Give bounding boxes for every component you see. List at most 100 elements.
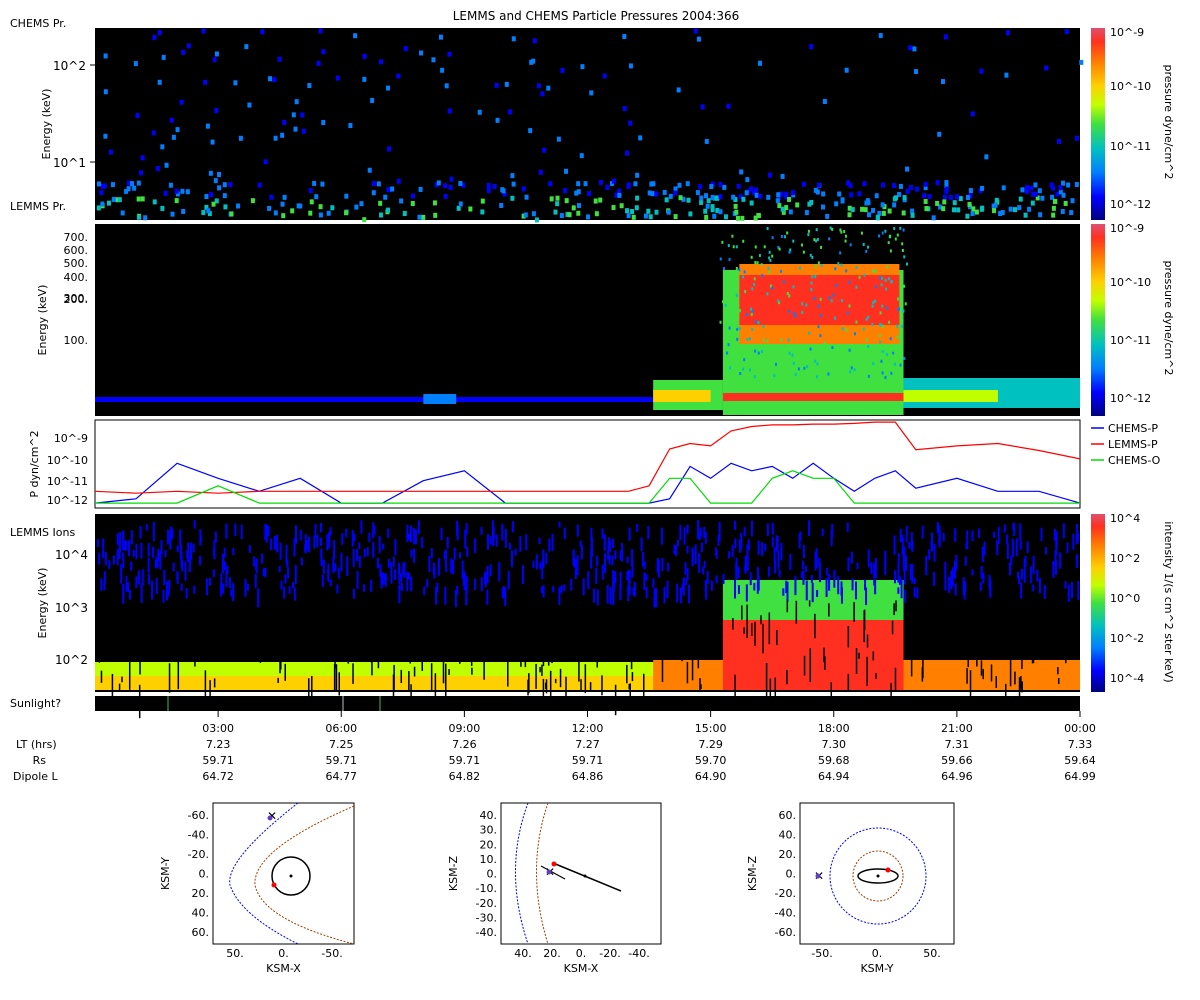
ions-pixel — [356, 549, 359, 562]
chems-pixel — [563, 188, 568, 194]
ions-pixel — [370, 579, 373, 592]
chems-pixel — [605, 184, 610, 190]
chems-pixel — [534, 217, 539, 223]
ions-pixel — [1011, 538, 1014, 557]
ions-pixel — [989, 579, 992, 596]
ions-dropout — [1043, 620, 1045, 631]
lemms-pixel — [888, 320, 891, 324]
chems-pixel — [443, 193, 448, 199]
ions-dropout — [933, 613, 936, 619]
ions-pixel — [127, 540, 130, 557]
ions-pixel — [745, 584, 748, 602]
chems-pixel — [353, 33, 358, 39]
chems-pixel — [140, 196, 145, 202]
lemms-pixel — [766, 292, 769, 296]
lemms-pixel — [899, 363, 902, 367]
chems-pixel — [741, 196, 746, 202]
chems-pixel — [362, 76, 367, 82]
lemms-pixel — [797, 367, 800, 371]
chems-pixel — [585, 214, 590, 220]
ions-pixel — [590, 544, 593, 555]
ions-pixel — [612, 589, 615, 606]
lemms-pixel — [792, 239, 795, 243]
chems-pixel — [233, 80, 238, 86]
lemms-pixel — [865, 317, 868, 321]
chems-pixel — [634, 205, 639, 211]
chems-pixel — [444, 83, 449, 89]
ions-dropout — [470, 648, 473, 667]
chems-pixel — [908, 184, 913, 190]
chems-pixel — [1061, 192, 1066, 198]
chems-pixel — [495, 117, 500, 123]
ions-pixel — [372, 542, 375, 558]
ions-pixel — [798, 533, 801, 549]
chems-pixel — [1027, 206, 1032, 212]
ions-pixel — [116, 533, 119, 545]
ions-pixel — [185, 588, 188, 599]
ions-pixel — [789, 553, 792, 570]
titan-position-marker — [885, 867, 891, 873]
lemms-pixel — [874, 269, 877, 273]
ions-pixel — [307, 536, 310, 553]
ions-pixel — [538, 537, 541, 545]
chems-pixel — [898, 183, 903, 189]
ions-pixel — [1029, 566, 1032, 584]
ions-pixel — [1006, 543, 1009, 559]
ions-pixel — [1036, 570, 1039, 582]
lemms-pixel — [788, 309, 791, 313]
chems-pixel — [576, 189, 581, 195]
lemms-pixel — [884, 229, 887, 233]
ions-pixel — [1044, 547, 1047, 555]
lemms-pixel — [753, 277, 756, 281]
chems-pixel — [576, 181, 581, 187]
ions-pixel — [379, 564, 382, 577]
ions-dropout — [786, 600, 789, 613]
chems-pixel — [648, 214, 653, 220]
ions-dropout — [674, 633, 677, 657]
chems-pixel — [124, 188, 129, 194]
chems-pixel — [386, 85, 391, 91]
ions-dropout — [572, 640, 575, 660]
chems-pixel — [135, 112, 140, 118]
ions-pixel — [563, 584, 566, 591]
ions-pixel — [360, 520, 363, 534]
lemms-pixel — [872, 269, 875, 273]
chems-pixel — [120, 210, 125, 216]
chart-title: LEMMS and CHEMS Particle Pressures 2004:… — [453, 9, 740, 23]
lemms-ytick-600: 600. — [64, 244, 89, 257]
chems-pixel — [229, 211, 234, 217]
ions-pixel — [1032, 555, 1035, 574]
chems-pixel — [201, 28, 206, 34]
chems-pixel — [143, 215, 148, 221]
ions-pixel — [376, 557, 379, 569]
chems-pixel — [1066, 182, 1071, 188]
ions-dropout — [786, 670, 788, 685]
lemms-pixel — [744, 290, 747, 294]
pressure-ytick-3: 10^-12 — [47, 494, 88, 507]
ions-pixel — [965, 543, 968, 550]
ions-dropout — [765, 663, 768, 696]
ions-pixel — [213, 546, 216, 556]
ions-pixel — [140, 583, 143, 603]
ions-dropout — [213, 678, 216, 688]
ions-pixel — [574, 568, 577, 579]
chems-pixel — [511, 181, 516, 187]
lemms-pixel — [809, 347, 812, 351]
chems-pixel — [152, 199, 157, 205]
chems-pixel — [431, 57, 436, 63]
ions-pixel — [509, 542, 512, 550]
ions-pixel — [811, 582, 814, 603]
ions-dropout — [148, 638, 150, 651]
chems-pixel — [927, 194, 932, 200]
ions-dropout — [596, 645, 599, 668]
chems-cbar-label: pressure dyne/cm^2 — [1162, 65, 1175, 180]
chems-pixel — [908, 45, 913, 51]
chems-pixel — [396, 73, 401, 79]
ions-dropout — [866, 656, 868, 686]
lemms-pixel — [814, 264, 817, 268]
lemms-pixel — [748, 368, 751, 372]
chems-pixel — [922, 193, 927, 199]
chems-pixel — [157, 30, 162, 36]
orbit-ytick: 60. — [192, 926, 210, 939]
ions-dropout — [606, 628, 609, 642]
